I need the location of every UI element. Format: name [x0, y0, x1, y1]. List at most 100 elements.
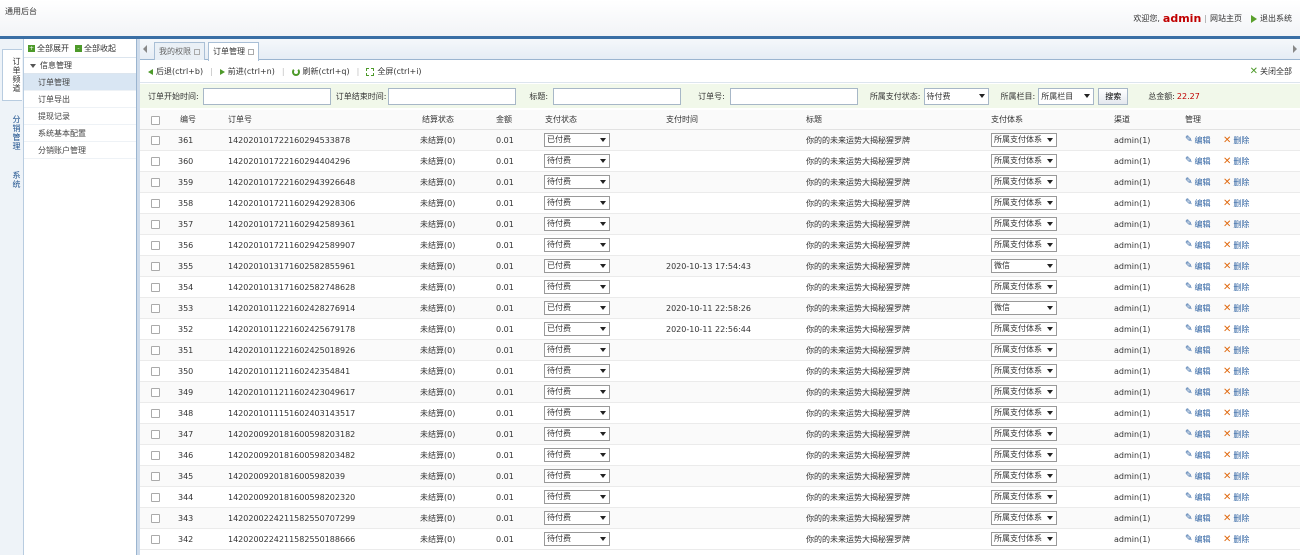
- tab-my-permissions[interactable]: 我的权限: [154, 42, 205, 60]
- row-checkbox[interactable]: [151, 472, 160, 481]
- pay-system-select[interactable]: 微信: [991, 259, 1057, 273]
- pay-system-select[interactable]: 所属支付体系: [991, 532, 1057, 546]
- tab-scroll-right-icon[interactable]: [1293, 45, 1297, 53]
- delete-button[interactable]: ✕ 删除: [1223, 487, 1249, 508]
- delete-button[interactable]: ✕ 删除: [1223, 340, 1249, 361]
- row-checkbox[interactable]: [151, 304, 160, 313]
- forward-button[interactable]: 前进(ctrl+n): [219, 66, 275, 77]
- pay-system-select[interactable]: 所属支付体系: [991, 427, 1057, 441]
- pay-system-select[interactable]: 所属支付体系: [991, 238, 1057, 252]
- pay-status-select[interactable]: 待付费: [544, 217, 610, 231]
- pay-status-select[interactable]: 待付费: [544, 280, 610, 294]
- pay-status-select[interactable]: 待付费: [544, 154, 610, 168]
- delete-button[interactable]: ✕ 删除: [1223, 151, 1249, 172]
- delete-button[interactable]: ✕ 删除: [1223, 277, 1249, 298]
- pay-status-select[interactable]: 已付费: [544, 259, 610, 273]
- delete-button[interactable]: ✕ 删除: [1223, 130, 1249, 151]
- vtab-system[interactable]: 系统: [2, 165, 22, 195]
- fullscreen-button[interactable]: 全屏(ctrl+i): [366, 66, 422, 77]
- pay-system-select[interactable]: 所属支付体系: [991, 343, 1057, 357]
- close-icon[interactable]: [248, 48, 254, 55]
- pay-status-select[interactable]: 已付费: [544, 133, 610, 147]
- row-checkbox[interactable]: [151, 451, 160, 460]
- row-checkbox[interactable]: [151, 241, 160, 250]
- delete-button[interactable]: ✕ 删除: [1223, 508, 1249, 529]
- sidebar-group-info[interactable]: 信息管理: [24, 58, 136, 74]
- refresh-button[interactable]: 刷新(ctrl+q): [291, 66, 350, 77]
- edit-button[interactable]: ✎ 编辑: [1185, 340, 1211, 361]
- edit-button[interactable]: ✎ 编辑: [1185, 487, 1211, 508]
- delete-button[interactable]: ✕ 删除: [1223, 256, 1249, 277]
- row-checkbox[interactable]: [151, 535, 160, 544]
- delete-button[interactable]: ✕ 删除: [1223, 466, 1249, 487]
- pay-system-select[interactable]: 所属支付体系: [991, 322, 1057, 336]
- sidebar-item-system-config[interactable]: 系统基本配置: [24, 125, 136, 142]
- delete-button[interactable]: ✕ 删除: [1223, 529, 1249, 550]
- delete-button[interactable]: ✕ 删除: [1223, 424, 1249, 445]
- pay-system-select[interactable]: 所属支付体系: [991, 385, 1057, 399]
- pay-system-select[interactable]: 所属支付体系: [991, 154, 1057, 168]
- start-time-input[interactable]: [202, 87, 331, 105]
- pay-system-select[interactable]: 所属支付体系: [991, 469, 1057, 483]
- close-icon[interactable]: [194, 48, 200, 55]
- edit-button[interactable]: ✎ 编辑: [1185, 424, 1211, 445]
- end-time-input[interactable]: [388, 87, 517, 105]
- back-button[interactable]: 后退(ctrl+b): [148, 66, 203, 77]
- delete-button[interactable]: ✕ 删除: [1223, 193, 1249, 214]
- vtab-orders[interactable]: 订单频道: [2, 49, 22, 101]
- sidebar-item-distribution-account[interactable]: 分销账户管理: [24, 142, 136, 159]
- delete-button[interactable]: ✕ 删除: [1223, 298, 1249, 319]
- edit-button[interactable]: ✎ 编辑: [1185, 130, 1211, 151]
- pay-system-select[interactable]: 所属支付体系: [991, 448, 1057, 462]
- pay-system-select[interactable]: 所属支付体系: [991, 175, 1057, 189]
- pay-status-select[interactable]: 待付费: [544, 385, 610, 399]
- row-checkbox[interactable]: [151, 388, 160, 397]
- title-input[interactable]: [553, 87, 682, 105]
- pay-status-select[interactable]: 待付费: [544, 196, 610, 210]
- sidebar-item-order-manage[interactable]: 订单管理: [24, 74, 136, 91]
- pay-status-select[interactable]: 待付费: [544, 343, 610, 357]
- delete-button[interactable]: ✕ 删除: [1223, 361, 1249, 382]
- edit-button[interactable]: ✎ 编辑: [1185, 361, 1211, 382]
- edit-button[interactable]: ✎ 编辑: [1185, 382, 1211, 403]
- edit-button[interactable]: ✎ 编辑: [1185, 529, 1211, 550]
- pay-status-select[interactable]: 待付费: [544, 238, 610, 252]
- order-no-input[interactable]: [729, 87, 858, 105]
- row-checkbox[interactable]: [151, 493, 160, 502]
- pay-status-select[interactable]: 待付费: [544, 532, 610, 546]
- row-checkbox[interactable]: [151, 178, 160, 187]
- pay-status-select[interactable]: 待付费: [544, 469, 610, 483]
- edit-button[interactable]: ✎ 编辑: [1185, 466, 1211, 487]
- pay-status-select[interactable]: 待付费: [544, 427, 610, 441]
- pay-status-select[interactable]: 待付费: [544, 490, 610, 504]
- pay-system-select[interactable]: 微信: [991, 301, 1057, 315]
- collapse-all-button[interactable]: - 全部收起: [75, 43, 116, 54]
- pay-system-select[interactable]: 所属支付体系: [991, 217, 1057, 231]
- pay-status-select[interactable]: 已付费: [544, 301, 610, 315]
- edit-button[interactable]: ✎ 编辑: [1185, 256, 1211, 277]
- edit-button[interactable]: ✎ 编辑: [1185, 298, 1211, 319]
- delete-button[interactable]: ✕ 删除: [1223, 319, 1249, 340]
- delete-button[interactable]: ✕ 删除: [1223, 403, 1249, 424]
- vtab-distribution[interactable]: 分销管理: [2, 107, 22, 159]
- row-checkbox[interactable]: [151, 262, 160, 271]
- delete-button[interactable]: ✕ 删除: [1223, 214, 1249, 235]
- pay-system-select[interactable]: 所属支付体系: [991, 196, 1057, 210]
- pay-system-select[interactable]: 所属支付体系: [991, 490, 1057, 504]
- row-checkbox[interactable]: [151, 409, 160, 418]
- pay-system-select[interactable]: 所属支付体系: [991, 133, 1057, 147]
- tab-scroll-left-icon[interactable]: [143, 45, 147, 53]
- select-all-checkbox[interactable]: [151, 116, 160, 125]
- pay-status-select[interactable]: 待付费: [544, 511, 610, 525]
- column-select[interactable]: 所属栏目: [1038, 87, 1095, 105]
- tab-order-manage[interactable]: 订单管理: [208, 42, 259, 61]
- pay-status-select[interactable]: 待付费: [544, 406, 610, 420]
- edit-button[interactable]: ✎ 编辑: [1185, 403, 1211, 424]
- logout-link[interactable]: 退出系统: [1260, 13, 1292, 24]
- edit-button[interactable]: ✎ 编辑: [1185, 214, 1211, 235]
- sidebar-item-withdraw[interactable]: 提现记录: [24, 108, 136, 125]
- close-all-button[interactable]: ✕ 关闭全部: [1250, 66, 1292, 77]
- row-checkbox[interactable]: [151, 199, 160, 208]
- pay-status-select[interactable]: 待付费: [544, 175, 610, 189]
- expand-all-button[interactable]: + 全部展开: [28, 43, 69, 54]
